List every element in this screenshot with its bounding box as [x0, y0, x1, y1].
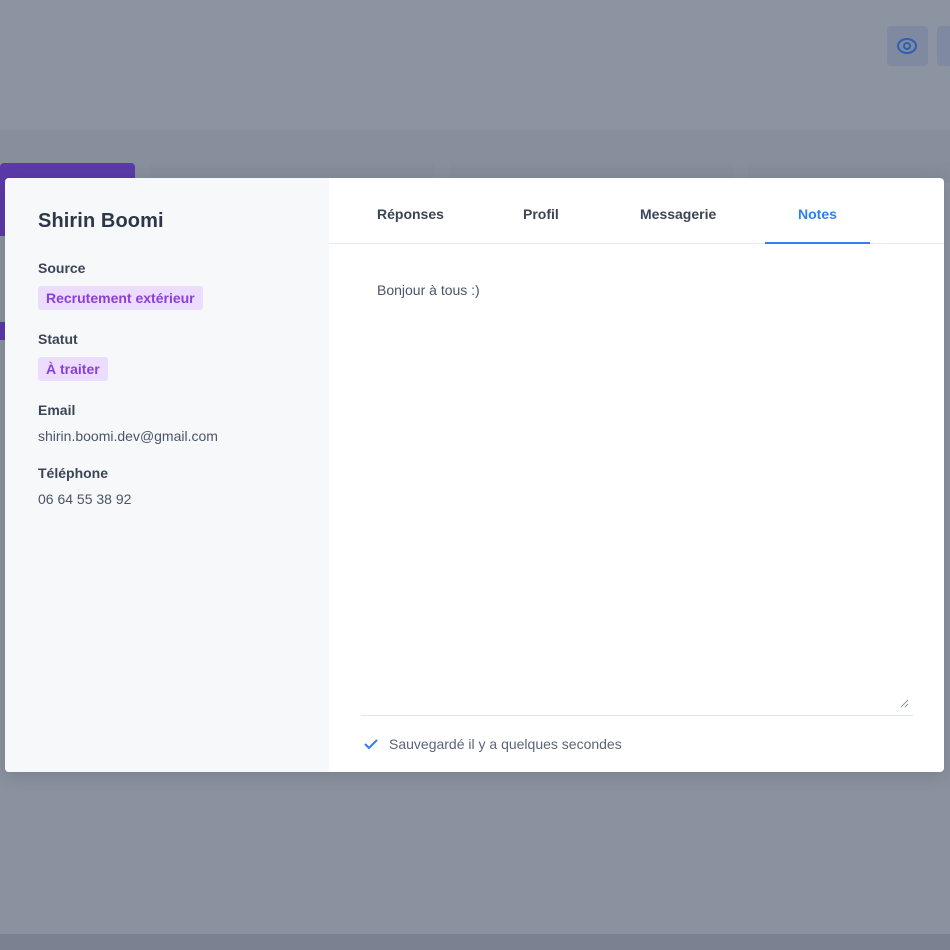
tab-notes[interactable]: Notes: [798, 206, 837, 222]
candidate-main-panel: Réponses Profil Messagerie Notes Sauvega…: [329, 178, 944, 772]
tab-messagerie[interactable]: Messagerie: [640, 206, 716, 222]
source-label: Source: [38, 260, 86, 276]
status-badge[interactable]: À traiter: [38, 357, 108, 381]
background-footer: [0, 934, 950, 950]
email-value: shirin.boomi.dev@gmail.com: [38, 428, 218, 444]
email-field: Email shirin.boomi.dev@gmail.com: [38, 402, 329, 444]
background-action-button[interactable]: [937, 26, 950, 66]
tab-profil[interactable]: Profil: [523, 206, 559, 222]
preview-button[interactable]: [887, 26, 928, 66]
status-field: Statut À traiter: [38, 331, 329, 381]
check-icon: [364, 739, 378, 750]
tab-reponses[interactable]: Réponses: [377, 206, 444, 222]
phone-value: 06 64 55 38 92: [38, 491, 132, 507]
save-status-text: Sauvegardé il y a quelques secondes: [389, 736, 622, 752]
candidate-modal: Shirin Boomi Source Recrutement extérieu…: [5, 178, 944, 772]
candidate-sidebar: Shirin Boomi Source Recrutement extérieu…: [5, 178, 329, 772]
active-tab-indicator: [765, 242, 870, 244]
background-topbar: [0, 0, 950, 130]
source-badge: Recrutement extérieur: [38, 286, 203, 310]
tab-bar: Réponses Profil Messagerie Notes: [329, 178, 944, 244]
status-label: Statut: [38, 331, 78, 347]
eye-icon: [897, 38, 917, 54]
source-field: Source Recrutement extérieur: [38, 260, 329, 310]
notes-textarea[interactable]: [361, 268, 913, 716]
candidate-name: Shirin Boomi: [38, 210, 164, 232]
phone-label: Téléphone: [38, 465, 109, 481]
email-label: Email: [38, 402, 76, 418]
phone-field: Téléphone 06 64 55 38 92: [38, 465, 329, 507]
save-status: Sauvegardé il y a quelques secondes: [363, 736, 622, 752]
resize-grip-icon[interactable]: [899, 698, 909, 708]
